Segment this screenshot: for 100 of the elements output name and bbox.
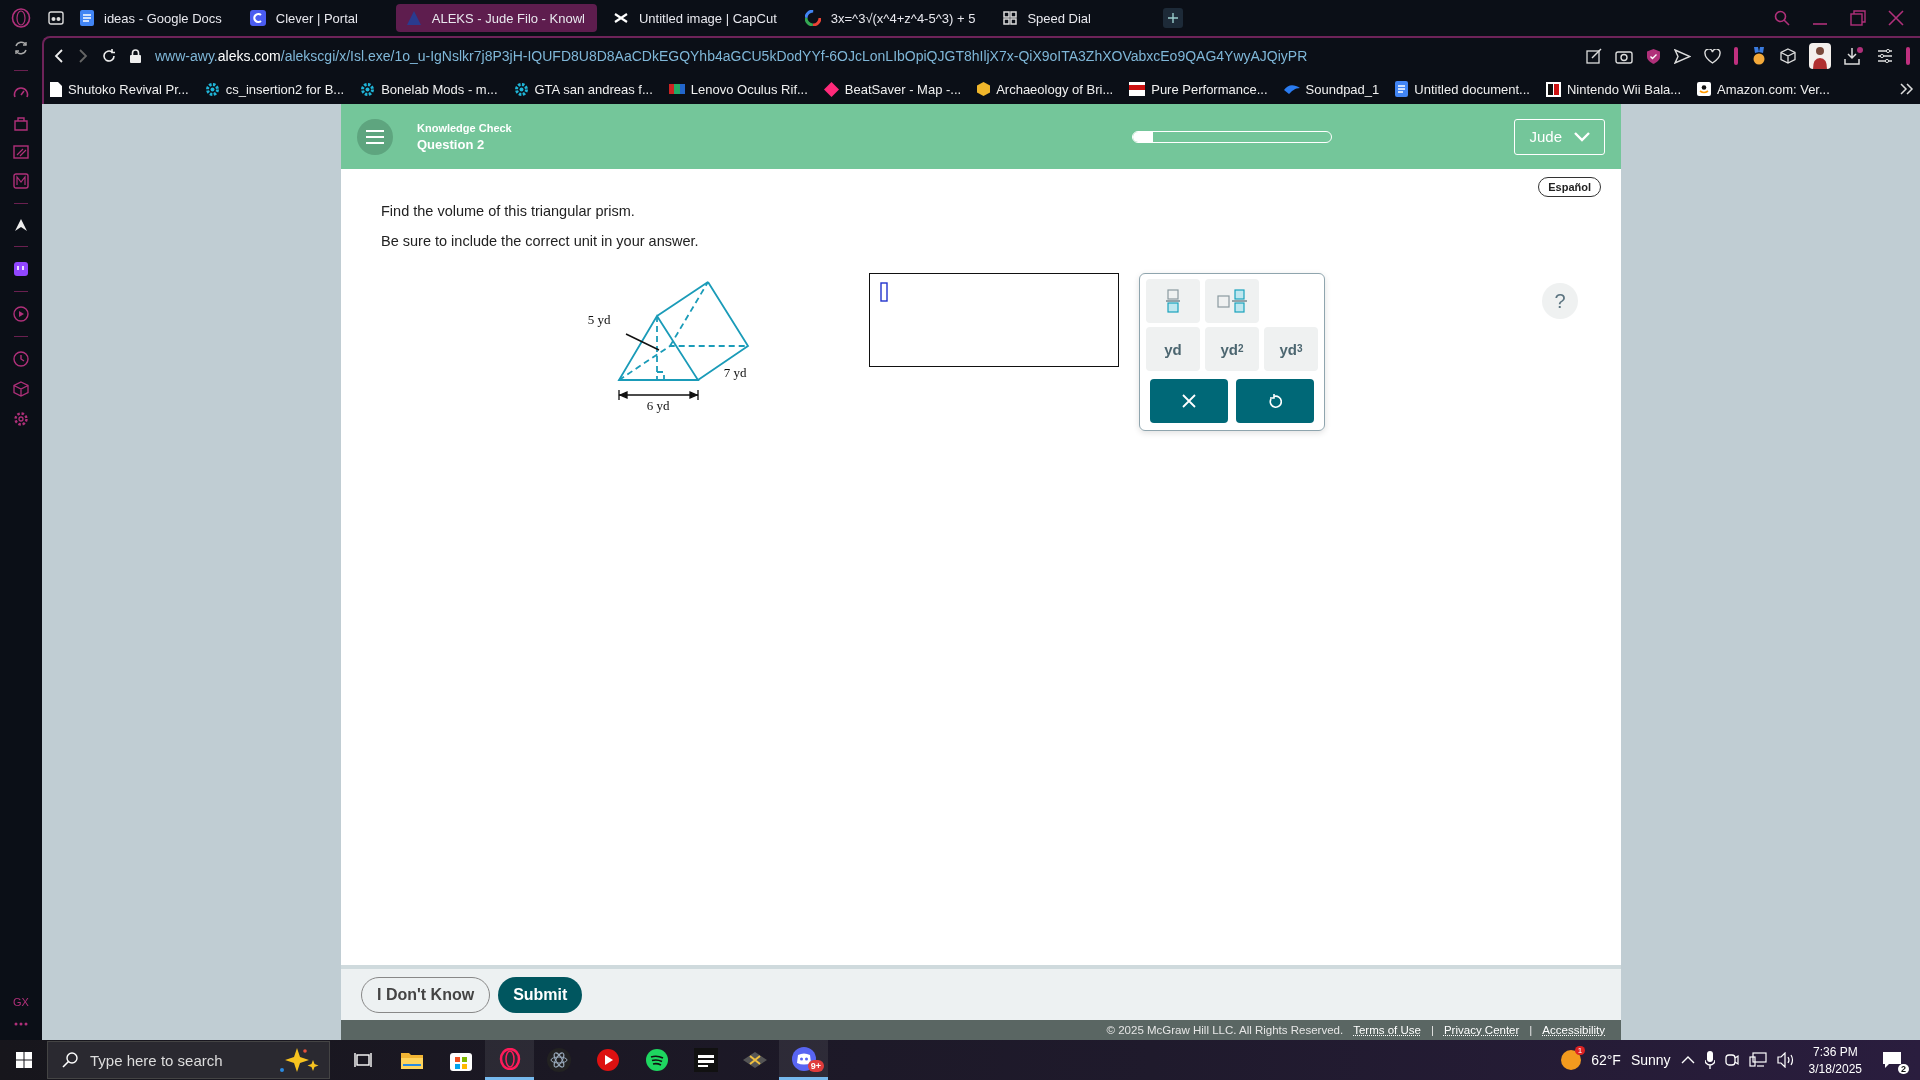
play-icon[interactable] [596, 1049, 619, 1071]
chevron-up-icon[interactable] [1680, 1056, 1695, 1064]
question-text: Find the volume of this triangular prism. [381, 203, 636, 219]
card-icon[interactable] [13, 145, 29, 159]
unit-key[interactable]: yd$^{3}$ [1264, 327, 1318, 371]
browser-tab[interactable]: Speed Dial [993, 4, 1144, 32]
shield-icon[interactable] [1646, 47, 1661, 65]
bookmark[interactable]: Archaeology of Bri... [977, 81, 1114, 97]
reload-icon[interactable] [102, 49, 116, 63]
browser-tab[interactable]: Untitled image | CapCut [602, 4, 789, 32]
avatar-icon[interactable] [1809, 43, 1831, 69]
submit-button[interactable]: Submit [498, 976, 583, 1013]
clock-date[interactable]: 3/18/2025 [1808, 1061, 1862, 1076]
browser-tab[interactable]: ALEKS - Jude Filo - Knowl [395, 4, 597, 32]
footer-link[interactable]: Accessibility [1542, 1024, 1605, 1036]
separator: | [1430, 1024, 1434, 1036]
banner-icon [1129, 82, 1146, 96]
bookmark[interactable]: Amazon.com: Ver... [1697, 81, 1830, 97]
close-icon[interactable] [1888, 10, 1904, 26]
bookmark[interactable]: Nintendo Wii Bala... [1545, 81, 1682, 97]
camera-icon[interactable] [1615, 48, 1633, 64]
send-icon[interactable] [1674, 48, 1691, 64]
bag-icon[interactable] [13, 115, 29, 131]
clear-button[interactable] [1150, 379, 1228, 423]
address-bar[interactable]: www-awy.aleks.com/alekscgi/x/Isl.exe/1o_u-IgNslkr7j8P3jH-IQUFD8U8D8AaCDkEGQYhb4aGCU5kDodYYf-6OJcLonLIbOpiQJGT8hIljX7x-QiX9oITA3ZhXOVabxcEo9QAG4YwyAJQiyPR [155, 48, 1308, 64]
square-icon[interactable] [13, 173, 29, 189]
clock-time[interactable]: 7:36 PM [1812, 1044, 1858, 1059]
x-shape-icon[interactable] [742, 1052, 767, 1068]
temperature[interactable]: 62°F [1591, 1052, 1621, 1068]
tab-island-icon[interactable] [48, 11, 64, 25]
bookmark[interactable]: Pure Performance... [1129, 81, 1268, 97]
windows-icon[interactable] [15, 1052, 32, 1068]
new-tab-button[interactable] [1163, 8, 1184, 28]
sun-icon[interactable] [1561, 1050, 1582, 1070]
bookmark[interactable]: Untitled document... [1395, 81, 1530, 97]
back-icon[interactable] [54, 49, 64, 63]
answer-field[interactable] [869, 273, 1119, 367]
bookmark[interactable]: BeatSaver - Map -... [823, 81, 962, 97]
browser-tab[interactable]: 3x=^3√(x^4+z^4-5^3) + 5 [794, 4, 988, 32]
ring-icon[interactable] [11, 8, 31, 28]
language-button[interactable]: Español [1538, 177, 1601, 197]
bookmark[interactable]: Bonelab Mods - m... [360, 81, 498, 97]
chat-icon[interactable] [13, 261, 29, 277]
pen-icon[interactable] [1586, 48, 1602, 64]
tile-icon [1545, 81, 1561, 97]
clock-icon[interactable] [13, 351, 29, 367]
sync-icon[interactable] [13, 40, 29, 56]
restore-icon[interactable] [1850, 10, 1866, 26]
download-icon[interactable] [1844, 47, 1864, 65]
footer-link[interactable]: Privacy Center [1443, 1024, 1520, 1036]
grid-icon [1003, 11, 1018, 25]
sidebar-label: GX [13, 996, 29, 1008]
settings-icon[interactable] [1877, 49, 1893, 63]
bookmark[interactable]: Shutoko Revival Pr... [50, 81, 189, 97]
task-view-icon[interactable] [353, 1052, 372, 1068]
plus-icon [1168, 13, 1179, 23]
taskbar-app[interactable] [485, 1040, 534, 1080]
notification-icon[interactable] [1882, 1051, 1902, 1069]
document-icon [1395, 81, 1409, 97]
ring-icon [249, 10, 266, 26]
taskbar-app[interactable]: 9+ [779, 1040, 828, 1080]
bookmark[interactable]: Lenovo Oculus Rif... [668, 81, 808, 97]
gear-icon[interactable] [13, 411, 29, 427]
chevron-icon[interactable] [1900, 83, 1914, 95]
bookmark[interactable]: GTA san andreas f... [513, 81, 653, 97]
atom-icon[interactable] [546, 1048, 571, 1072]
menu-button[interactable] [357, 118, 393, 155]
search-icon[interactable] [1774, 10, 1790, 26]
undo-button[interactable] [1236, 379, 1314, 423]
footer-link[interactable]: Terms of Use [1353, 1024, 1421, 1036]
dont-know-button[interactable]: I Don't Know [361, 976, 491, 1013]
network-icon[interactable] [1748, 1052, 1767, 1068]
camera-icon[interactable] [1724, 1052, 1739, 1068]
weather-condition[interactable]: Sunny [1630, 1052, 1671, 1068]
assessment-label: Knowledge Check [417, 121, 512, 134]
heart-icon[interactable] [1704, 48, 1721, 64]
bookmark[interactable]: cs_insertion2 for B... [204, 81, 345, 97]
flag-icon [668, 84, 685, 94]
bookmark[interactable]: Soundpad_1 [1283, 81, 1380, 97]
gear-icon [513, 81, 529, 97]
folder-icon[interactable] [400, 1051, 423, 1069]
search-field[interactable]: Type here to search [47, 1041, 330, 1079]
browser-tab[interactable]: ideas - Google Docs [70, 4, 234, 32]
forward-icon[interactable] [78, 49, 88, 63]
browser-tab[interactable]: Clever | Portal [239, 4, 390, 32]
ring-icon[interactable] [498, 1047, 521, 1070]
game-icon[interactable] [693, 1048, 718, 1072]
menu-icon [366, 129, 384, 144]
more-icon[interactable] [14, 1022, 28, 1026]
triangle-icon [405, 10, 422, 26]
unit-key[interactable]: yd [1146, 327, 1200, 371]
close-icon [1182, 394, 1196, 408]
speaker-icon[interactable] [1776, 1052, 1795, 1068]
unit-key[interactable]: yd$^{2}$ [1205, 327, 1259, 371]
medal-icon[interactable] [1751, 47, 1767, 65]
spotify-icon[interactable] [645, 1049, 668, 1071]
microphone-icon[interactable] [1704, 1051, 1715, 1069]
figure-label: 5 yd [587, 312, 611, 327]
help-button[interactable]: ? [1542, 283, 1578, 319]
arrowhead-icon[interactable] [14, 218, 28, 232]
